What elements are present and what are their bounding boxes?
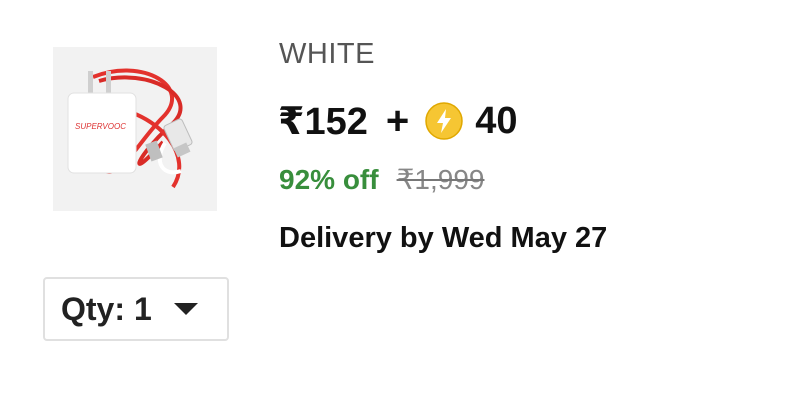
quantity-value: 1	[134, 290, 152, 327]
delivery-date: Delivery by Wed May 27	[279, 222, 608, 254]
charger-image: SUPERVOOC	[53, 47, 217, 211]
plus-sign: +	[385, 98, 410, 143]
svg-text:SUPERVOOC: SUPERVOOC	[75, 122, 126, 131]
quantity-dropdown[interactable]: Qty: 1	[43, 277, 229, 341]
coin-amount: 40	[475, 99, 518, 142]
dropdown-caret-icon	[173, 303, 198, 315]
discount-row: 92% off ₹1,999	[279, 163, 484, 196]
price-row: ₹152 + 40	[278, 96, 517, 146]
selling-price: ₹152	[278, 100, 368, 143]
lightning-coin-icon	[425, 102, 463, 140]
quantity-label: Qty:	[61, 290, 125, 327]
product-image[interactable]: SUPERVOOC	[53, 47, 217, 211]
original-price: ₹1,999	[396, 164, 485, 195]
discount-percent: 92% off	[279, 164, 379, 195]
product-variant: WHITE	[279, 38, 375, 70]
